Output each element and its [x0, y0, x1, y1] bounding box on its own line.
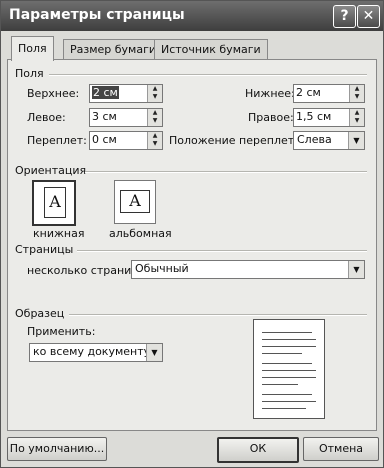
left-margin-input[interactable]: 3 см ▲ ▼	[89, 108, 163, 127]
spin-down-icon[interactable]: ▼	[350, 117, 364, 125]
top-margin-value: 2 см	[92, 86, 119, 99]
preview-group-title: Образец	[15, 307, 65, 320]
portrait-label[interactable]: книжная	[33, 227, 84, 240]
multiple-pages-label: несколько страниц:	[27, 264, 143, 277]
margins-group-title: Поля	[15, 67, 44, 80]
spin-down-icon[interactable]: ▼	[148, 117, 162, 125]
dropdown-arrow-icon[interactable]: ▼	[348, 261, 364, 278]
top-margin-label: Верхнее:	[27, 87, 80, 100]
landscape-page-icon: A	[120, 190, 150, 213]
preview-line	[262, 370, 316, 371]
tab-paper-size[interactable]: Размер бумаги	[63, 39, 164, 60]
spin-down-icon[interactable]: ▼	[350, 93, 364, 101]
spin-up-icon[interactable]: ▲	[148, 132, 162, 140]
divider	[85, 171, 367, 173]
right-margin-input[interactable]: 1,5 см ▲ ▼	[293, 108, 365, 127]
pages-group-title: Страницы	[15, 243, 74, 256]
gutter-input[interactable]: 0 см ▲ ▼	[89, 131, 163, 150]
help-button[interactable]: ?	[333, 5, 356, 28]
page-setup-dialog: Параметры страницы ? ✕ Поля Размер бумаг…	[0, 0, 384, 468]
preview-line	[262, 384, 298, 385]
divider	[69, 314, 367, 316]
top-margin-input[interactable]: 2 см ▲ ▼	[89, 84, 163, 103]
spin-up-icon[interactable]: ▲	[350, 85, 364, 93]
right-margin-value: 1,5 см	[296, 110, 332, 123]
apply-to-select[interactable]: ко всему документу ▼	[29, 343, 163, 362]
tab-paper-source[interactable]: Источник бумаги	[154, 39, 268, 60]
spin-down-icon[interactable]: ▼	[148, 93, 162, 101]
preview-line	[262, 332, 312, 333]
spin-down-icon[interactable]: ▼	[148, 140, 162, 148]
bottom-margin-value: 2 см	[296, 86, 321, 99]
gutter-position-label: Положение переплета:	[169, 134, 305, 147]
set-default-button[interactable]: По умолчанию...	[7, 437, 107, 461]
landscape-label[interactable]: альбомная	[109, 227, 172, 240]
right-margin-spinner[interactable]: ▲ ▼	[349, 109, 364, 126]
close-button[interactable]: ✕	[357, 5, 380, 28]
preview-line	[262, 363, 312, 364]
apply-to-label: Применить:	[27, 325, 96, 338]
spin-up-icon[interactable]: ▲	[350, 109, 364, 117]
landscape-option[interactable]: A	[114, 180, 156, 224]
preview-line	[262, 353, 302, 354]
gutter-spinner[interactable]: ▲ ▼	[147, 132, 162, 149]
top-margin-spinner[interactable]: ▲ ▼	[147, 85, 162, 102]
cancel-button[interactable]: Отмена	[303, 437, 379, 461]
spin-up-icon[interactable]: ▲	[148, 109, 162, 117]
page-preview	[253, 319, 325, 419]
right-margin-label: Правое:	[248, 111, 294, 124]
left-margin-spinner[interactable]: ▲ ▼	[147, 109, 162, 126]
preview-line	[262, 401, 316, 402]
preview-line	[262, 394, 312, 395]
preview-line	[262, 408, 306, 409]
multiple-pages-value: Обычный	[135, 262, 189, 275]
title-bar: Параметры страницы ? ✕	[1, 1, 383, 31]
divider	[49, 74, 367, 76]
ok-button[interactable]: ОК	[217, 437, 299, 463]
preview-line	[262, 339, 316, 340]
gutter-label: Переплет:	[27, 134, 87, 147]
gutter-value: 0 см	[92, 133, 117, 146]
preview-line	[262, 346, 316, 347]
portrait-option[interactable]: A	[32, 180, 76, 226]
dropdown-arrow-icon[interactable]: ▼	[348, 132, 364, 149]
portrait-page-icon: A	[44, 187, 66, 218]
gutter-position-value: Слева	[297, 133, 332, 146]
orientation-group-title: Ориентация	[15, 164, 87, 177]
spin-up-icon[interactable]: ▲	[148, 85, 162, 93]
dialog-title: Параметры страницы	[9, 7, 185, 23]
preview-line	[262, 377, 316, 378]
bottom-margin-spinner[interactable]: ▲ ▼	[349, 85, 364, 102]
left-margin-value: 3 см	[92, 110, 117, 123]
multiple-pages-select[interactable]: Обычный ▼	[131, 260, 365, 279]
bottom-margin-label: Нижнее:	[245, 87, 295, 100]
apply-to-value: ко всему документу	[33, 345, 151, 358]
divider	[77, 250, 367, 252]
gutter-position-select[interactable]: Слева ▼	[293, 131, 365, 150]
dropdown-arrow-icon[interactable]: ▼	[146, 344, 162, 361]
left-margin-label: Левое:	[27, 111, 66, 124]
bottom-margin-input[interactable]: 2 см ▲ ▼	[293, 84, 365, 103]
tab-margins[interactable]: Поля	[11, 36, 54, 61]
